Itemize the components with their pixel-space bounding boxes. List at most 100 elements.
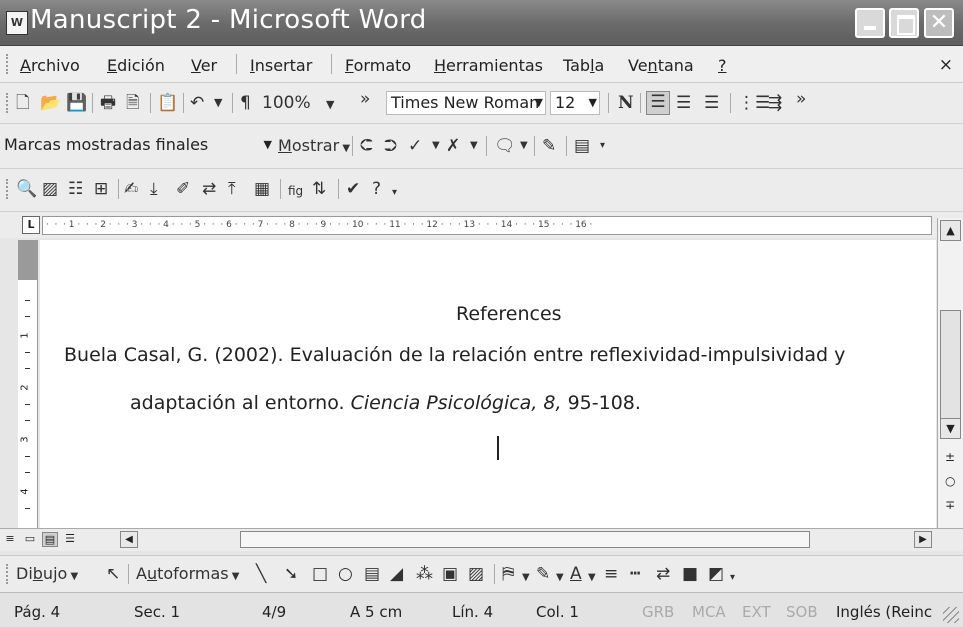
oval-icon[interactable]: ○ (338, 564, 353, 584)
justify-icon[interactable]: ☰ (704, 93, 719, 113)
paste-icon[interactable]: 📋 (157, 93, 178, 113)
menu-tabla[interactable]: Tabla (563, 56, 604, 75)
outline-view-icon[interactable]: ☰ (62, 532, 78, 547)
menu-insertar[interactable]: Insertar (250, 56, 312, 75)
chevron-down-icon[interactable]: ▼ (588, 568, 596, 588)
align-center-icon[interactable]: ☰ (646, 91, 670, 115)
indent-icon[interactable]: ⇶ (768, 93, 782, 113)
accept-change-icon[interactable]: ✓ (408, 136, 422, 156)
horizontal-scroll-thumb[interactable] (240, 531, 810, 548)
menu-help[interactable]: ? (718, 56, 727, 75)
shadow-icon[interactable]: ■ (682, 564, 698, 584)
toolbar-grip[interactable] (6, 54, 11, 74)
menu-herramientas[interactable]: Herramientas (434, 56, 543, 75)
image-icon[interactable]: ▨ (42, 179, 58, 199)
chevron-down-icon[interactable]: ▼ (520, 136, 528, 156)
next-page-icon[interactable]: ∓ (945, 498, 955, 512)
status-extend[interactable]: EXT (742, 603, 771, 621)
find-icon[interactable]: 🔍 (16, 179, 37, 199)
scroll-left-icon[interactable]: ◀ (120, 531, 138, 548)
reviewing-pane-icon[interactable]: ▤ (574, 136, 590, 156)
print-view-icon[interactable]: ▤ (42, 532, 58, 547)
undo-dropdown-icon[interactable]: ▼ (214, 93, 222, 113)
show-menu-button[interactable]: Mostrar ▼ (278, 136, 350, 159)
toolbar-options-icon[interactable]: ▾ (392, 183, 397, 203)
align-right-icon[interactable]: ☰ (676, 93, 691, 113)
numbering-icon[interactable]: ⋮☰ (738, 93, 770, 113)
vertical-scrollbar[interactable]: ▲ ▼ ± ○ ∓ (937, 218, 963, 528)
menu-formato[interactable]: Formato (345, 56, 411, 75)
autoshapes-menu-button[interactable]: Autoformas ▼ (136, 564, 239, 587)
format-icon[interactable]: ✐ (176, 179, 190, 199)
bold-icon[interactable]: N (618, 93, 634, 113)
previous-page-icon[interactable]: ± (945, 450, 955, 464)
chevron-down-icon[interactable]: ▼ (556, 568, 564, 588)
resize-grip-icon[interactable] (943, 607, 959, 623)
font-color-icon[interactable]: A (570, 564, 582, 584)
save-icon[interactable]: 💾 (66, 93, 87, 113)
arrow-style-icon[interactable]: ⇄ (656, 564, 670, 584)
track-changes-icon[interactable]: ✎ (542, 136, 556, 156)
3d-style-icon[interactable]: ◩ (708, 564, 724, 584)
web-view-icon[interactable]: ▭ (22, 532, 38, 547)
browse-object-icon[interactable]: ○ (945, 474, 955, 488)
picture-icon[interactable]: ▨ (468, 564, 484, 584)
toolbar-grip[interactable] (6, 564, 11, 584)
rectangle-icon[interactable]: □ (312, 564, 328, 584)
line-color-icon[interactable]: ✎ (536, 564, 550, 584)
wordart-icon[interactable]: ◢ (390, 564, 403, 584)
print-preview-icon[interactable]: 🗎 (126, 93, 140, 113)
scroll-up-icon[interactable]: ▲ (940, 220, 961, 241)
figure-icon[interactable]: fig (288, 181, 303, 201)
font-name-dropdown[interactable]: Times New Roman ▼ (386, 91, 546, 115)
document-page[interactable]: References Buela Casal, G. (2002). Evalu… (40, 240, 936, 528)
line-icon[interactable]: ╲ (256, 564, 266, 584)
chevron-down-icon[interactable]: ▼ (432, 136, 440, 156)
upload-icon[interactable]: ⤒ (228, 179, 236, 199)
diagram-icon[interactable]: ⁂ (416, 564, 433, 584)
help-icon[interactable]: ? (372, 179, 381, 199)
toolbar-grip[interactable] (6, 179, 11, 199)
table-icon[interactable]: ▦ (254, 179, 270, 199)
clipart-icon[interactable]: ▣ (442, 564, 458, 584)
word-doc-icon[interactable]: W (6, 11, 28, 35)
previous-change-icon[interactable]: ⮈ (360, 136, 373, 156)
scroll-right-icon[interactable]: ▶ (914, 531, 932, 548)
toolbar-grip[interactable] (6, 93, 11, 113)
maximize-button[interactable] (889, 8, 919, 38)
menu-ventana[interactable]: Ventana (628, 56, 694, 75)
ruler-scale[interactable]: · · · 1 · · · 2 · · · 3 · · · 4 · · · 5 … (42, 216, 932, 235)
menu-ver[interactable]: Ver (191, 56, 217, 75)
status-record-macro[interactable]: GRB (642, 603, 674, 621)
select-pointer-icon[interactable]: ↖ (106, 564, 120, 584)
font-size-dropdown[interactable]: 12 ▼ (550, 91, 600, 115)
menu-archivo[interactable]: Archivo (20, 56, 80, 75)
display-for-review-dropdown[interactable]: Marcas mostradas finales ▼ (0, 134, 274, 158)
download-icon[interactable]: ⤓ (150, 179, 158, 199)
tab-selector[interactable]: L (22, 216, 40, 234)
normal-view-icon[interactable]: ≡ (2, 532, 18, 547)
chevron-down-icon[interactable]: ▼ (522, 568, 530, 588)
reject-change-icon[interactable]: ✗ (446, 136, 460, 156)
more-buttons-icon[interactable]: » (796, 89, 806, 109)
new-document-icon[interactable]: 🗋 (16, 93, 30, 113)
scroll-down-icon[interactable]: ▼ (940, 418, 961, 439)
fill-color-icon[interactable]: ⛿ (502, 564, 514, 584)
textbox-icon[interactable]: ▤ (364, 564, 380, 584)
line-style-icon[interactable]: ≡ (604, 564, 618, 584)
replace-icon[interactable]: ⇄ (202, 179, 216, 199)
spellcheck-icon[interactable]: ✔ (346, 179, 360, 199)
edit-icon[interactable]: ✍ (124, 179, 138, 199)
chevron-down-icon[interactable]: ▼ (470, 136, 478, 156)
structure-icon[interactable]: ⊞ (94, 179, 108, 199)
list-icon[interactable]: ☷ (68, 179, 83, 199)
undo-icon[interactable]: ↶ (190, 93, 204, 113)
zoom-dropdown-icon[interactable]: ▼ (326, 95, 334, 115)
draw-menu-button[interactable]: Dibujo ▼ (16, 564, 78, 587)
new-comment-icon[interactable]: 🗨 (494, 136, 516, 156)
scroll-thumb[interactable] (940, 310, 961, 430)
more-buttons-icon[interactable]: » (360, 89, 370, 109)
toolbar-options-icon[interactable]: ▾ (600, 136, 605, 156)
print-icon[interactable]: 🖶 (100, 93, 116, 113)
close-document-button[interactable]: × (939, 55, 953, 75)
